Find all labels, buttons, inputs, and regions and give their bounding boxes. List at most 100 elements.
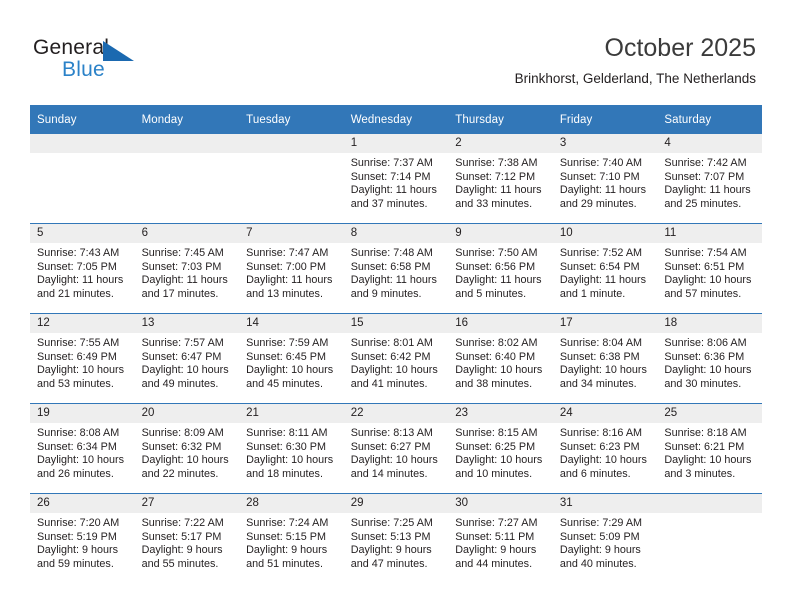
calendar-day-cell[interactable]: 26 Sunrise: 7:20 AM Sunset: 5:19 PM Dayligh… bbox=[30, 493, 135, 583]
general-blue-logo: General Blue bbox=[33, 36, 213, 86]
day-details: Sunrise: 7:48 AM Sunset: 6:58 PM Daylight:… bbox=[344, 243, 449, 301]
calendar-day-cell[interactable]: 2 Sunrise: 7:38 AM Sunset: 7:12 PM Daylight… bbox=[448, 134, 553, 224]
calendar-day-cell[interactable]: 20 Sunrise: 8:09 AM Sunset: 6:32 PM Dayligh… bbox=[134, 403, 240, 494]
sunrise-text: Sunrise: 7:37 AM bbox=[350, 157, 433, 169]
sunset-text: Sunset: 5:19 PM bbox=[37, 530, 117, 543]
sunrise-text: Sunrise: 7:48 AM bbox=[350, 247, 433, 259]
calendar-day-cell[interactable]: 3 Sunrise: 7:40 AM Sunset: 7:10 PM Daylight… bbox=[552, 134, 658, 224]
day-details: Sunrise: 7:40 AM Sunset: 7:10 PM Daylight:… bbox=[553, 153, 658, 211]
daylight-text-line1: Daylight: 11 hours bbox=[141, 274, 228, 287]
calendar-day-cell[interactable]: 17 Sunrise: 8:04 AM Sunset: 6:38 PM Dayligh… bbox=[552, 313, 658, 404]
day-details: Sunrise: 7:59 AM Sunset: 6:45 PM Daylight:… bbox=[239, 333, 344, 391]
day-number: 14 bbox=[239, 314, 344, 333]
calendar-day-cell[interactable]: 11 Sunrise: 7:54 AM Sunset: 6:51 PM Dayligh… bbox=[657, 223, 762, 314]
sunset-text: Sunset: 7:07 PM bbox=[664, 170, 745, 183]
calendar-day-cell[interactable]: 7 Sunrise: 7:47 AM Sunset: 7:00 PM Daylight… bbox=[239, 223, 344, 314]
daylight-text-line1: Daylight: 10 hours bbox=[664, 454, 752, 467]
sunrise-text: Sunrise: 8:11 AM bbox=[246, 427, 328, 439]
calendar-day-cell[interactable]: 25 Sunrise: 8:18 AM Sunset: 6:21 PM Dayligh… bbox=[657, 403, 762, 494]
daylight-text-line2: and 26 minutes. bbox=[37, 467, 114, 480]
day-number: 12 bbox=[30, 314, 135, 333]
calendar-day-cell[interactable]: 19 Sunrise: 8:08 AM Sunset: 6:34 PM Dayligh… bbox=[30, 403, 135, 494]
calendar-table: Sunday Monday Tuesday Wednesday Thursday Frid… bbox=[30, 105, 762, 583]
daylight-text-line1: Daylight: 10 hours bbox=[246, 454, 334, 467]
calendar-day-cell[interactable]: 13 Sunrise: 7:57 AM Sunset: 6:47 PM Dayligh… bbox=[134, 313, 240, 404]
day-number: 31 bbox=[552, 494, 658, 513]
day-details: Sunrise: 7:27 AM Sunset: 5:11 PM Daylight:… bbox=[448, 513, 553, 571]
logo-triangle-icon bbox=[103, 41, 134, 61]
calendar-day-cell[interactable]: 1 Sunrise: 7:37 AM Sunset: 7:14 PM Daylight… bbox=[343, 134, 449, 224]
daylight-text-line2: and 10 minutes. bbox=[455, 467, 533, 480]
calendar-day-cell[interactable]: 12 Sunrise: 7:55 AM Sunset: 6:49 PM Dayligh… bbox=[30, 313, 135, 404]
calendar-day-cell[interactable]: 21 Sunrise: 8:11 AM Sunset: 6:30 PM Dayligh… bbox=[239, 403, 344, 494]
calendar-day-cell[interactable]: 23 Sunrise: 8:15 AM Sunset: 6:25 PM Dayligh… bbox=[448, 403, 553, 494]
weekday-header-sunday: Sunday bbox=[30, 105, 135, 134]
daylight-text-line1: Daylight: 9 hours bbox=[141, 544, 223, 557]
daylight-text-line2: and 5 minutes. bbox=[455, 287, 527, 300]
calendar-day-cell[interactable]: 9 Sunrise: 7:50 AM Sunset: 6:56 PM Daylight… bbox=[448, 223, 553, 314]
calendar-day-cell[interactable]: 5 Sunrise: 7:43 AM Sunset: 7:05 PM Daylight… bbox=[30, 223, 135, 314]
day-details: Sunrise: 8:08 AM Sunset: 6:34 PM Daylight:… bbox=[30, 423, 135, 481]
daylight-text-line2: and 29 minutes. bbox=[559, 197, 637, 210]
calendar-day-cell[interactable]: 8 Sunrise: 7:48 AM Sunset: 6:58 PM Daylight… bbox=[343, 223, 449, 314]
sunrise-text: Sunrise: 8:02 AM bbox=[455, 337, 538, 349]
calendar-day-cell[interactable]: 15 Sunrise: 8:01 AM Sunset: 6:42 PM Dayligh… bbox=[343, 313, 449, 404]
day-number: 17 bbox=[552, 314, 658, 333]
daylight-text-line2: and 14 minutes. bbox=[350, 467, 428, 480]
day-details: Sunrise: 7:55 AM Sunset: 6:49 PM Daylight:… bbox=[30, 333, 135, 391]
calendar-week-row: 19 Sunrise: 8:08 AM Sunset: 6:34 PM Dayligh… bbox=[30, 403, 762, 494]
daylight-text-line1: Daylight: 10 hours bbox=[350, 364, 438, 377]
calendar-day-cell[interactable]: 28 Sunrise: 7:24 AM Sunset: 5:15 PM Dayligh… bbox=[239, 493, 344, 583]
day-details: Sunrise: 7:45 AM Sunset: 7:03 PM Daylight:… bbox=[135, 243, 240, 301]
day-number: 28 bbox=[239, 494, 344, 513]
daylight-text-line2: and 17 minutes. bbox=[141, 287, 219, 300]
calendar-day-cell[interactable]: 31 Sunrise: 7:29 AM Sunset: 5:09 PM Dayligh… bbox=[552, 493, 658, 583]
daylight-text-line1: Daylight: 9 hours bbox=[246, 544, 328, 557]
sunrise-text: Sunrise: 7:55 AM bbox=[37, 337, 120, 349]
day-details: Sunrise: 7:47 AM Sunset: 7:00 PM Daylight:… bbox=[239, 243, 344, 301]
calendar-day-cell[interactable]: 10 Sunrise: 7:52 AM Sunset: 6:54 PM Dayligh… bbox=[552, 223, 658, 314]
daylight-text-line1: Daylight: 10 hours bbox=[141, 364, 229, 377]
day-details: Sunrise: 7:54 AM Sunset: 6:51 PM Daylight:… bbox=[657, 243, 762, 301]
calendar-day-cell[interactable]: 30 Sunrise: 7:27 AM Sunset: 5:11 PM Dayligh… bbox=[448, 493, 553, 583]
daylight-text-line2: and 55 minutes. bbox=[141, 557, 219, 570]
daylight-text-line1: Daylight: 11 hours bbox=[350, 184, 437, 197]
day-details: Sunrise: 7:24 AM Sunset: 5:15 PM Daylight:… bbox=[239, 513, 344, 571]
daylight-text-line2: and 40 minutes. bbox=[559, 557, 637, 570]
calendar-day-cell[interactable]: 6 Sunrise: 7:45 AM Sunset: 7:03 PM Daylight… bbox=[134, 223, 240, 314]
weekday-header-saturday: Saturday bbox=[657, 105, 762, 134]
calendar-day-cell[interactable]: 14 Sunrise: 7:59 AM Sunset: 6:45 PM Dayligh… bbox=[239, 313, 344, 404]
sunrise-text: Sunrise: 7:29 AM bbox=[559, 517, 643, 529]
day-number: 10 bbox=[552, 224, 658, 243]
daylight-text-line2: and 22 minutes. bbox=[141, 467, 219, 480]
sunset-text: Sunset: 6:40 PM bbox=[455, 350, 536, 363]
calendar-week-row: 26 Sunrise: 7:20 AM Sunset: 5:19 PM Dayligh… bbox=[30, 493, 762, 583]
daylight-text-line1: Daylight: 10 hours bbox=[559, 454, 647, 467]
sunset-text: Sunset: 7:03 PM bbox=[141, 260, 222, 273]
day-details: Sunrise: 8:01 AM Sunset: 6:42 PM Daylight:… bbox=[344, 333, 449, 391]
daylight-text-line1: Daylight: 10 hours bbox=[141, 454, 229, 467]
daylight-text-line1: Daylight: 11 hours bbox=[664, 184, 751, 197]
sunrise-text: Sunrise: 8:04 AM bbox=[559, 337, 643, 349]
calendar-day-cell[interactable]: 16 Sunrise: 8:02 AM Sunset: 6:40 PM Dayligh… bbox=[448, 313, 553, 404]
sunset-text: Sunset: 6:34 PM bbox=[37, 440, 117, 453]
day-number: 4 bbox=[657, 134, 762, 153]
calendar-day-cell[interactable]: 29 Sunrise: 7:25 AM Sunset: 5:13 PM Dayligh… bbox=[343, 493, 449, 583]
day-details: Sunrise: 8:09 AM Sunset: 6:32 PM Daylight:… bbox=[135, 423, 240, 481]
daylight-text-line1: Daylight: 9 hours bbox=[350, 544, 432, 557]
sunset-text: Sunset: 7:00 PM bbox=[246, 260, 326, 273]
sunset-text: Sunset: 6:54 PM bbox=[559, 260, 640, 273]
calendar-day-cell[interactable]: 27 Sunrise: 7:22 AM Sunset: 5:17 PM Dayligh… bbox=[134, 493, 240, 583]
calendar-day-cell[interactable]: 24 Sunrise: 8:16 AM Sunset: 6:23 PM Dayligh… bbox=[552, 403, 658, 494]
calendar-day-cell[interactable]: 22 Sunrise: 8:13 AM Sunset: 6:27 PM Dayligh… bbox=[343, 403, 449, 494]
day-number bbox=[239, 134, 344, 153]
day-number: 24 bbox=[552, 404, 658, 423]
calendar-cell-empty bbox=[134, 134, 240, 224]
sunset-text: Sunset: 6:58 PM bbox=[350, 260, 431, 273]
calendar-day-cell[interactable]: 18 Sunrise: 8:06 AM Sunset: 6:36 PM Dayligh… bbox=[657, 313, 762, 404]
calendar-day-cell[interactable]: 4 Sunrise: 7:42 AM Sunset: 7:07 PM Daylight… bbox=[657, 134, 762, 224]
day-details: Sunrise: 8:13 AM Sunset: 6:27 PM Daylight:… bbox=[344, 423, 449, 481]
day-number: 19 bbox=[30, 404, 135, 423]
day-number bbox=[657, 494, 762, 513]
calendar-cell-empty bbox=[657, 493, 762, 583]
